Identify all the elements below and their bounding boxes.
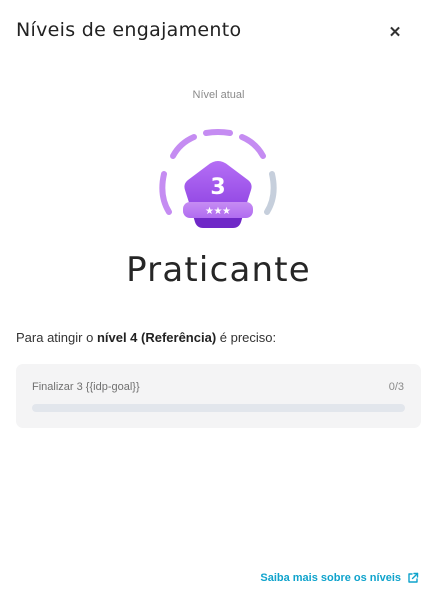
external-link-icon — [408, 572, 419, 583]
requirements-suffix: é preciso: — [216, 330, 277, 345]
close-icon: ✕ — [388, 24, 402, 41]
level-ring-segment — [203, 129, 233, 136]
level-badge-icon: ★ ★ ★ 3 — [159, 129, 277, 228]
level-ring-segment — [159, 171, 172, 215]
level-number: 3 — [210, 175, 225, 200]
current-level-caption: Nível atual — [192, 89, 245, 101]
level-name: Praticante — [126, 250, 311, 290]
level-ring-segment — [239, 134, 266, 159]
close-button[interactable]: ✕ — [384, 21, 406, 43]
next-level-label: nível 4 (Referência) — [96, 330, 217, 345]
learn-more-label: Saiba mais sobre os níveis — [260, 572, 401, 584]
svg-text:★: ★ — [222, 206, 231, 217]
level-ring-segment — [170, 134, 197, 159]
goal-progress-bar — [32, 404, 405, 412]
level-ring-segment-inactive — [264, 171, 277, 215]
requirements-text: Para atingir o nível 4 (Referência) é pr… — [16, 330, 276, 345]
requirements-prefix: Para atingir o — [16, 330, 97, 345]
learn-more-link[interactable]: Saiba mais sobre os níveis — [260, 572, 419, 584]
dialog-header: Níveis de engajamento ✕ — [0, 0, 437, 64]
goal-label: Finalizar 3 {{idp-goal}} — [32, 381, 140, 393]
dialog-title: Níveis de engajamento — [16, 19, 242, 41]
goal-card: Finalizar 3 {{idp-goal}} 0/3 — [16, 364, 421, 428]
goal-count: 0/3 — [388, 381, 404, 393]
